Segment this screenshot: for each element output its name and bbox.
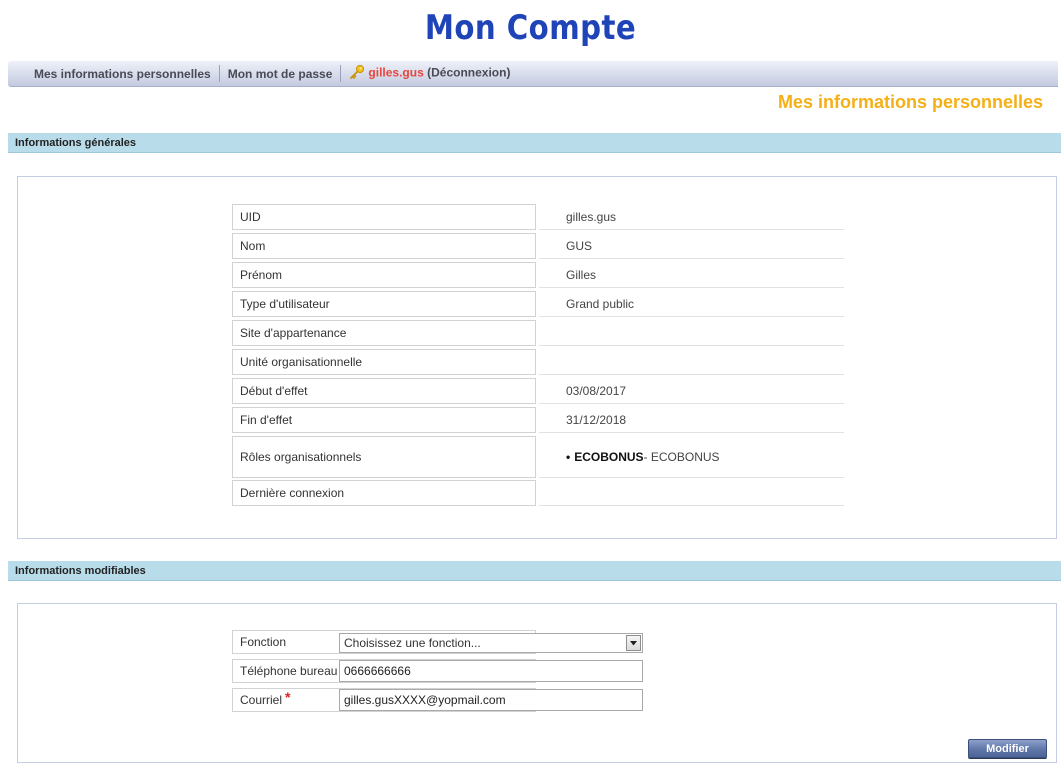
row-value: Gilles [539,262,844,288]
row-value [539,480,844,506]
info-row-prenom: Prénom Gilles [232,262,844,288]
nav-my-password[interactable]: Mon mot de passe [220,67,341,81]
role-description: - ECOBONUS [643,449,720,464]
page-title: Mon Compte [424,8,637,48]
row-label: Rôles organisationnels [232,436,536,478]
row-value: 03/08/2017 [539,378,844,404]
fonction-selected-value: Choisissez une fonction... [344,636,481,650]
info-row-site: Site d'appartenance [232,320,844,346]
info-row-roles: Rôles organisationnels • ECOBONUS - ECOB… [232,436,844,478]
logout-link[interactable]: (Déconnexion) [427,66,510,80]
row-value: gilles.gus [539,204,844,230]
row-label: Dernière connexion [232,480,536,506]
section-heading: Mes informations personnelles [777,92,1043,112]
info-row-uid: UID gilles.gus [232,204,844,230]
row-label: Fin d'effet [232,407,536,433]
info-row-user-type: Type d'utilisateur Grand public [232,291,844,317]
fonction-select[interactable]: Choisissez une fonction... [339,633,643,653]
row-value: GUS [539,233,844,259]
required-asterisk: * [285,689,291,705]
role-code: ECOBONUS [574,449,644,464]
role-list-item: • ECOBONUS - ECOBONUS [539,436,844,478]
nav-user: gilles.gus (Déconnexion) [341,64,518,83]
row-label: Début d'effet [232,378,536,404]
row-label: UID [232,204,536,230]
row-value [539,320,844,346]
row-label: Site d'appartenance [232,320,536,346]
modify-button[interactable]: Modifier [968,739,1047,758]
email-input[interactable] [339,689,643,711]
row-value [539,349,844,375]
row-label: Prénom [232,262,536,288]
key-icon [349,64,365,83]
info-row-org-unit: Unité organisationnelle [232,349,844,375]
info-row-start-date: Début d'effet 03/08/2017 [232,378,844,404]
general-info-header: Informations générales [8,133,1061,153]
row-label: Unité organisationnelle [232,349,536,375]
row-value: Grand public [539,291,844,317]
nav-my-info[interactable]: Mes informations personnelles [8,67,219,81]
info-row-end-date: Fin d'effet 31/12/2018 [232,407,844,433]
editable-info-header: Informations modifiables [8,561,1061,581]
row-label: Type d'utilisateur [232,291,536,317]
info-row-nom: Nom GUS [232,233,844,259]
row-label: Nom [232,233,536,259]
editable-info-panel: Fonction Choisissez une fonction... Télé… [17,603,1057,763]
email-label: Courriel [240,693,283,707]
row-value: 31/12/2018 [539,407,844,433]
general-info-panel: UID gilles.gus Nom GUS Prénom Gilles Typ… [17,176,1057,539]
info-row-last-login: Dernière connexion [232,480,844,506]
phone-input[interactable] [339,660,643,682]
top-nav-bar: Mes informations personnelles Mon mot de… [8,61,1058,87]
chevron-down-icon[interactable] [626,635,641,651]
bullet-icon: • [566,449,571,464]
user-link[interactable]: gilles.gus [368,66,423,80]
